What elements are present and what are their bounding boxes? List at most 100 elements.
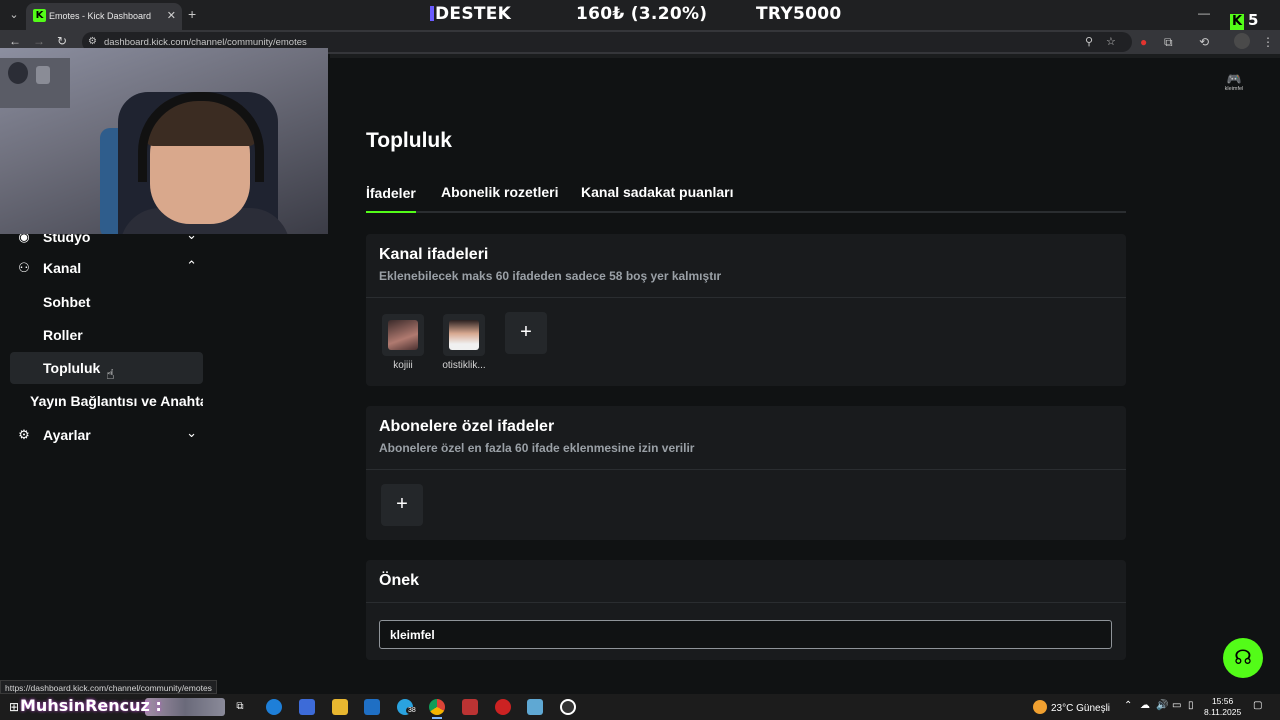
gear-icon: ⚙	[18, 427, 30, 442]
reload-icon[interactable]: ↻	[57, 34, 67, 48]
start-icon[interactable]: ⊞	[9, 700, 19, 714]
card-subtitle: Abonelere özel en fazla 60 ifade eklenme…	[379, 441, 695, 455]
emote-tile[interactable]	[443, 314, 485, 356]
streaming-app-icon[interactable]	[462, 699, 478, 715]
browser-tabbar: ⌄ K Emotes - Kick Dashboard ✕ + DESTEK 1…	[0, 0, 1280, 30]
sidebar-item-label: Kanal	[43, 260, 82, 276]
file-explorer-icon[interactable]	[332, 699, 348, 715]
browser-tab[interactable]: K Emotes - Kick Dashboard ✕	[26, 3, 182, 30]
battery-icon[interactable]: ▯	[1188, 700, 1194, 711]
card-title: Abonelere özel ifadeler	[379, 418, 555, 435]
mouse-cursor-icon: ☝	[106, 366, 115, 382]
back-icon[interactable]: ←	[9, 34, 21, 48]
card-title: Önek	[379, 572, 420, 589]
sidebar-item-label: Roller	[43, 327, 83, 343]
bookmark-star-icon[interactable]: ☆	[1106, 35, 1116, 48]
copilot-icon[interactable]	[299, 699, 315, 715]
minimize-icon[interactable]: —	[1198, 6, 1210, 20]
emote-image	[388, 320, 418, 350]
kick-dashboard-page: 🎮 kleimfel ◉ Stüdyo ⌄ ⚇ Kanal ⌃ Sohbet R…	[0, 48, 1280, 694]
zoom-icon[interactable]: ⚲	[1085, 35, 1093, 48]
sidebar-item-label: Topluluk	[43, 360, 101, 376]
volume-icon[interactable]: 🔊	[1156, 700, 1168, 711]
card-header: Abonelere özel ifadeler Abonelere özel e…	[366, 406, 1126, 470]
tray-chevron-icon[interactable]: ⌃	[1124, 700, 1132, 711]
taskbar-clock[interactable]: 15:56 8.11.2025	[1204, 696, 1241, 718]
prefix-input[interactable]	[379, 620, 1112, 649]
history-icon[interactable]: ⟲	[1199, 35, 1209, 49]
sidebar-item-stream-key[interactable]: Yayın Bağlantısı ve Anahtarı	[10, 385, 203, 417]
kick-logo-icon: K	[1230, 14, 1244, 30]
obs-icon[interactable]	[560, 699, 576, 715]
chrome-icon[interactable]	[429, 699, 445, 719]
task-view-icon[interactable]: ⧉	[232, 699, 248, 715]
telegram-badge: 38	[406, 707, 418, 714]
emote-tile[interactable]	[382, 314, 424, 356]
add-sub-emote-button[interactable]: +	[381, 484, 423, 526]
outlook-icon[interactable]	[364, 699, 380, 715]
profile-avatar[interactable]	[1234, 33, 1250, 49]
clock-date: 8.11.2025	[1204, 707, 1242, 717]
page-title: Topluluk	[366, 129, 452, 152]
tab-title: Emotes - Kick Dashboard	[49, 11, 152, 21]
forward-icon[interactable]: →	[33, 34, 45, 48]
browser-menu-icon[interactable]: ⋮	[1262, 35, 1274, 49]
card-title: Kanal ifadeleri	[379, 246, 489, 263]
emote-name: kojiii	[393, 360, 413, 371]
sub-emotes-card: Abonelere özel ifadeler Abonelere özel e…	[366, 406, 1126, 540]
network-icon[interactable]: ▭	[1172, 700, 1181, 711]
card-header: Önek	[366, 560, 1126, 603]
clock-time: 15:56	[1211, 696, 1234, 706]
sidebar-item-label: Ayarlar	[43, 427, 91, 443]
sidebar-item-roles[interactable]: Roller	[10, 319, 203, 351]
emote-image	[449, 320, 479, 350]
webcam-figure	[36, 66, 50, 84]
user-avatar[interactable]: 🎮 kleimfel	[1220, 72, 1248, 100]
community-tabs: İfadeler Abonelik rozetleri Kanal sadaka…	[366, 184, 1126, 213]
sidebar-item-label: Sohbet	[43, 294, 91, 310]
webcam-overlay	[0, 48, 328, 234]
overlay-goal: TRY5000	[756, 4, 842, 24]
edge-icon[interactable]	[266, 699, 282, 715]
add-emote-button[interactable]: +	[505, 312, 547, 354]
user-avatar-name: kleimfel	[1224, 86, 1244, 92]
sidebar-item-chat[interactable]: Sohbet	[10, 286, 203, 318]
weather-widget[interactable]: 23°C Güneşli	[1033, 700, 1110, 714]
support-chat-button[interactable]: ☊	[1223, 638, 1263, 678]
chevron-down-icon[interactable]: ⌄	[186, 425, 197, 441]
emote-name: otistiklik...	[442, 360, 486, 371]
sidebar: ◉ Stüdyo ⌄ ⚇ Kanal ⌃ Sohbet Roller Toplu…	[0, 222, 214, 462]
sun-icon	[1033, 700, 1047, 714]
card-subtitle: Eklenebilecek maks 60 ifadeden sadece 58…	[379, 269, 722, 283]
kick-counter-overlay: K5	[1230, 11, 1259, 30]
channel-icon: ⚇	[18, 260, 30, 275]
extension-record-icon[interactable]: ●	[1140, 35, 1147, 49]
sidebar-item-label: Yayın Bağlantısı ve Anahtarı	[30, 393, 203, 409]
weather-text: 23°C Güneşli	[1051, 703, 1111, 714]
chevron-up-icon[interactable]: ⌃	[186, 258, 197, 274]
tab-loyalty-points[interactable]: Kanal sadakat puanları	[581, 184, 734, 200]
tab-search-icon[interactable]: ⌄	[6, 7, 22, 23]
headset-icon: ☊	[1234, 647, 1252, 669]
tab-close-icon[interactable]: ✕	[167, 9, 176, 22]
kick-favicon-icon: K	[33, 9, 46, 22]
record-app-icon[interactable]	[495, 699, 511, 715]
address-url: dashboard.kick.com/channel/community/emo…	[104, 37, 307, 48]
new-tab-icon[interactable]: +	[188, 6, 196, 22]
notifications-icon[interactable]: ▢	[1253, 700, 1262, 711]
notepad-icon[interactable]	[527, 699, 543, 715]
webcam-figure	[8, 62, 28, 84]
prefix-card: Önek	[366, 560, 1126, 660]
main-content: Topluluk İfadeler Abonelik rozetleri Kan…	[366, 54, 1126, 694]
status-bar-url: https://dashboard.kick.com/channel/commu…	[0, 680, 217, 694]
channel-emotes-card: Kanal ifadeleri Eklenebilecek maks 60 if…	[366, 234, 1126, 386]
onedrive-icon[interactable]: ☁	[1140, 700, 1150, 711]
tab-sub-badges[interactable]: Abonelik rozetleri	[441, 184, 558, 200]
tab-emotes[interactable]: İfadeler	[366, 185, 416, 213]
gamepad-icon: 🎮	[1226, 72, 1242, 86]
sidebar-item-channel[interactable]: ⚇ Kanal ⌃	[10, 252, 203, 284]
site-info-icon[interactable]: ⚙	[88, 36, 97, 47]
sidebar-item-settings[interactable]: ⚙ Ayarlar ⌄	[10, 419, 203, 451]
overlay-amount: 160₺ (3.20%)	[576, 4, 708, 24]
extensions-icon[interactable]: ⧉	[1164, 35, 1173, 50]
